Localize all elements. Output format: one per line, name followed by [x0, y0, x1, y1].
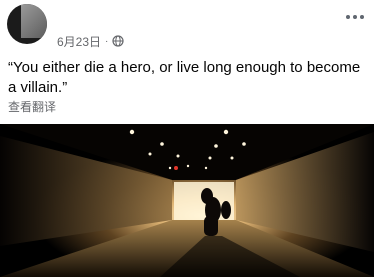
red-light: [174, 166, 178, 170]
more-dot: [360, 15, 364, 19]
globe-icon[interactable]: [112, 35, 124, 47]
post-image[interactable]: [0, 124, 374, 277]
meta-separator: ·: [105, 35, 109, 47]
avatar[interactable]: [7, 4, 47, 44]
post-text: “You either die a hero, or live long eno…: [8, 59, 361, 96]
avatar-image: [21, 4, 47, 38]
more-horizontal-icon[interactable]: [346, 10, 364, 24]
more-dot: [346, 15, 350, 19]
author-name-area[interactable]: [112, 2, 247, 20]
see-translation-link[interactable]: 查看翻译: [8, 98, 56, 115]
post-date[interactable]: 6月23日: [57, 33, 101, 50]
post-meta: 6月23日 ·: [57, 33, 124, 49]
more-dot: [353, 15, 357, 19]
